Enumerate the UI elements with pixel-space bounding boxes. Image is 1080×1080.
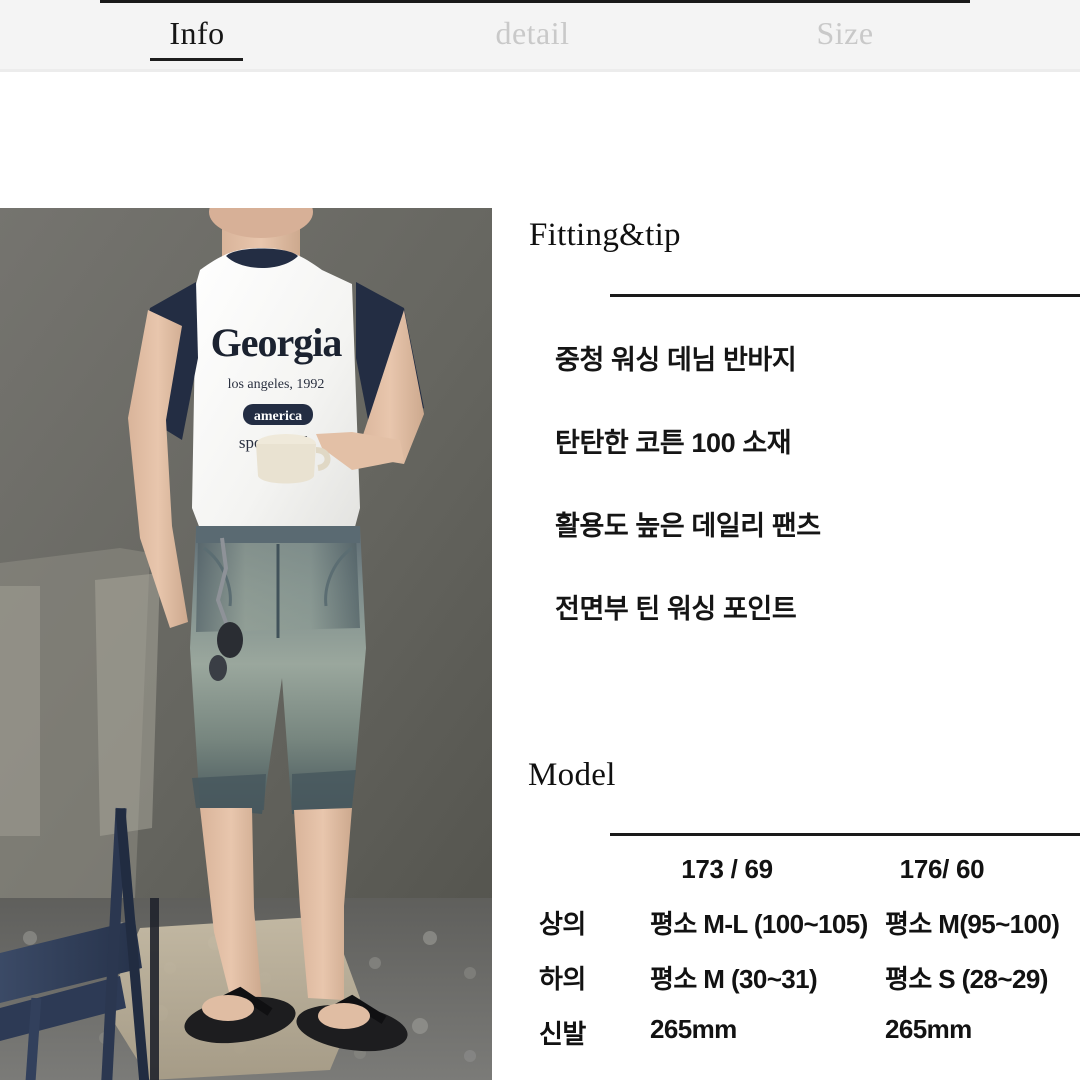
- row-value-top-2: 평소 M(95~100): [885, 909, 1060, 939]
- svg-text:america: america: [254, 409, 302, 424]
- row-label-shoes: 신발: [539, 1019, 586, 1049]
- row-label-bottom: 하의: [539, 964, 586, 994]
- table-row: 신발 265mm 265mm: [492, 1010, 1080, 1065]
- list-item: 전면부 틴 워싱 포인트: [555, 594, 797, 624]
- tab-bar-top-border: [100, 0, 970, 3]
- fitting-tip-list: 중청 워싱 데님 반바지 탄탄한 코튼 100 소재 활용도 높은 데일리 팬츠…: [555, 343, 1075, 675]
- product-photo-illustration: Georgia los angeles, 1992 america sports…: [0, 208, 492, 1080]
- table-row: 상의 평소 M-L (100~105) 평소 M(95~100): [492, 900, 1080, 955]
- table-row: 하의 평소 M (30~31) 평소 S (28~29): [492, 955, 1080, 1010]
- list-item: 탄탄한 코튼 100 소재: [555, 428, 792, 458]
- product-photo: Georgia los angeles, 1992 america sports…: [0, 208, 492, 1080]
- list-item: 활용도 높은 데일리 팬츠: [555, 511, 821, 541]
- tab-detail[interactable]: detail: [430, 12, 635, 54]
- row-value-shoes-1: 265mm: [650, 1014, 737, 1044]
- model-divider: [610, 833, 1080, 836]
- active-tab-indicator: [150, 58, 243, 61]
- table-header-row: 173 / 69 176/ 60: [492, 848, 1080, 900]
- row-value-top-1: 평소 M-L (100~105): [650, 909, 868, 939]
- tab-bar: Info detail Size: [0, 0, 1080, 72]
- row-value-bottom-1: 평소 M (30~31): [650, 964, 818, 994]
- model-column-1-header: 173 / 69: [681, 854, 773, 884]
- info-panel: Fitting&tip 중청 워싱 데님 반바지 탄탄한 코튼 100 소재 활…: [492, 208, 1080, 1080]
- tab-info[interactable]: Info: [132, 12, 262, 54]
- svg-text:los angeles, 1992: los angeles, 1992: [228, 377, 325, 392]
- tab-size[interactable]: Size: [760, 12, 930, 54]
- fitting-tip-heading: Fitting&tip: [529, 217, 681, 253]
- model-heading: Model: [528, 757, 616, 793]
- list-item: 중청 워싱 데님 반바지: [555, 345, 797, 375]
- row-value-shoes-2: 265mm: [885, 1014, 972, 1044]
- model-size-table: 173 / 69 176/ 60 상의 평소 M-L (100~105) 평소 …: [492, 848, 1080, 1065]
- model-column-2-header: 176/ 60: [899, 854, 985, 884]
- row-value-bottom-2: 평소 S (28~29): [885, 964, 1048, 994]
- row-label-top: 상의: [539, 909, 586, 939]
- tab-bar-bottom-border: [0, 69, 1080, 72]
- fitting-tip-divider: [610, 294, 1080, 297]
- svg-text:Georgia: Georgia: [211, 320, 343, 365]
